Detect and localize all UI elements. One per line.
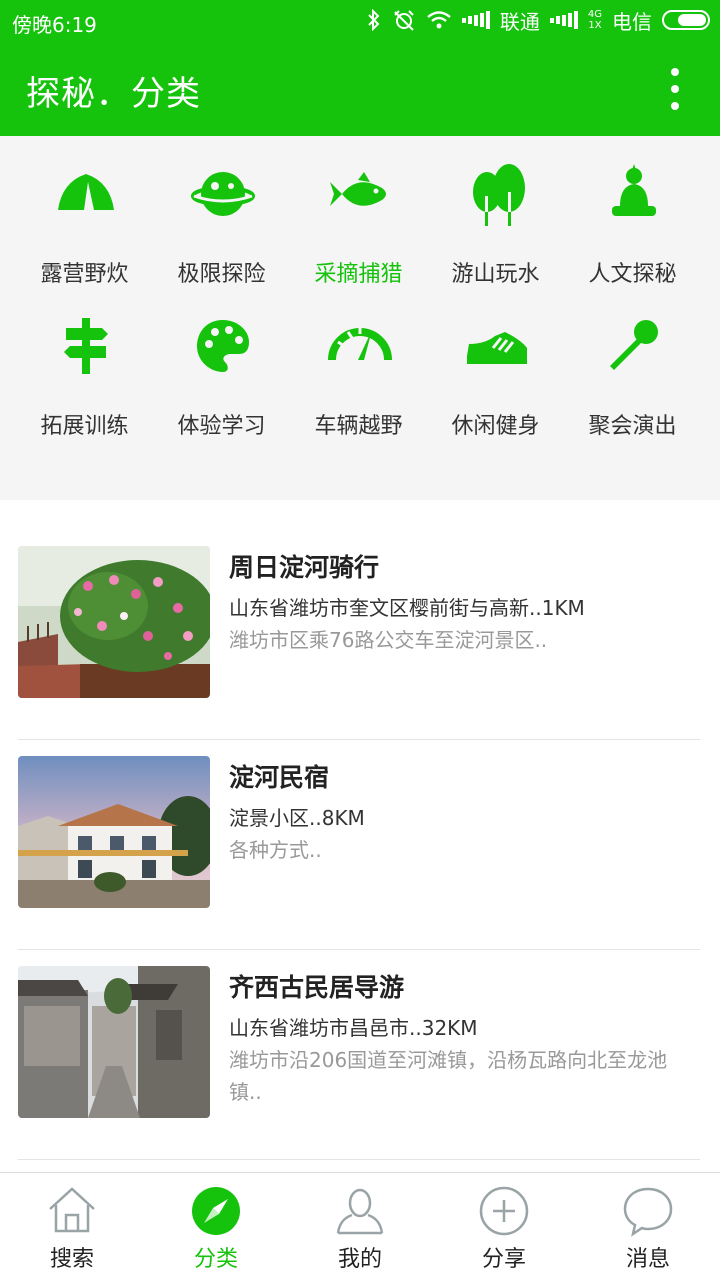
tab-mine[interactable]: 我的 (288, 1173, 432, 1280)
category-picking[interactable]: 采摘捕猎 (290, 136, 427, 287)
home-icon (49, 1187, 95, 1233)
fish-icon (330, 172, 386, 206)
signpost-icon (64, 318, 108, 374)
more-vert-icon[interactable] (670, 68, 680, 110)
category-offroad[interactable]: 车辆越野 (290, 288, 427, 439)
network-type: 4G 1X (588, 9, 602, 31)
category-sightseeing[interactable]: 游山玩水 (427, 136, 564, 287)
tab-search[interactable]: 搜索 (0, 1173, 144, 1280)
category-label: 人文探秘 (588, 262, 677, 287)
carrier-2: 电信 (612, 9, 652, 34)
place-name: 淀河民宿 (229, 763, 330, 792)
carrier-1: 联通 (499, 9, 540, 34)
category-grid: 露营野炊 极限探险 采摘捕猎 游山玩水 人文探秘 拓展训练 体验学习 车辆越野 … (0, 136, 720, 500)
planet-icon (191, 172, 255, 216)
category-adventure[interactable]: 极限探险 (153, 136, 290, 287)
tab-label: 搜索 (49, 1247, 94, 1272)
category-learning[interactable]: 体验学习 (153, 288, 290, 439)
tab-label: 消息 (625, 1247, 670, 1272)
category-culture[interactable]: 人文探秘 (564, 136, 701, 287)
person-icon (336, 1188, 384, 1235)
chat-bubble-icon (623, 1187, 673, 1237)
category-label: 露营野炊 (40, 262, 129, 287)
place-name: 齐西古民居导游 (229, 973, 405, 1002)
category-camping[interactable]: 露营野炊 (16, 136, 153, 287)
place-address: 山东省潍坊市奎文区樱前街与高新..1KM (229, 596, 585, 620)
page-title: 探秘．分类 (26, 74, 201, 114)
category-label: 休闲健身 (451, 414, 540, 439)
add-circle-icon (479, 1186, 529, 1236)
speedometer-icon (328, 328, 392, 361)
trees-icon (473, 164, 525, 226)
signal-icon (461, 11, 490, 29)
place-name: 周日淀河骑行 (229, 553, 380, 582)
status-bar: 傍晚6:19 联通 4G 1X 电信 (0, 0, 720, 40)
divider (18, 1159, 700, 1160)
place-list: 周日淀河骑行 山东省潍坊市奎文区樱前街与高新..1KM 潍坊市区乘76路公交车至… (0, 500, 720, 1172)
tab-label: 我的 (337, 1247, 382, 1272)
place-address: 山东省潍坊市昌邑市..32KM (229, 1016, 478, 1040)
place-thumbnail (18, 756, 210, 908)
bottom-tab-bar: 搜索 分类 我的 分享 消息 (0, 1172, 720, 1280)
place-thumbnail (18, 546, 210, 698)
network-bottom: 1X (588, 20, 602, 31)
place-thumbnail (18, 966, 210, 1118)
buddha-icon (612, 164, 656, 216)
status-icons: 联通 4G 1X 电信 (366, 6, 710, 34)
palette-icon (197, 320, 249, 372)
bluetooth-icon (366, 9, 382, 31)
app-bar: 探秘．分类 (0, 40, 720, 136)
wifi-icon (426, 10, 452, 30)
tab-label: 分享 (481, 1247, 526, 1272)
microphone-icon (610, 320, 658, 370)
battery-icon (662, 10, 710, 30)
place-description: 潍坊市沿206国道至河滩镇，沿杨瓦路向北至龙池镇.. (229, 1048, 668, 1104)
compass-icon (192, 1187, 240, 1235)
network-top: 4G (587, 9, 602, 20)
category-label: 聚会演出 (588, 414, 677, 439)
category-label: 极限探险 (177, 262, 266, 287)
place-address: 淀景小区..8KM (229, 806, 365, 830)
tab-label: 分类 (193, 1247, 238, 1272)
place-description: 潍坊市区乘76路公交车至淀河景区.. (229, 628, 548, 652)
list-item[interactable]: 淀河民宿 淀景小区..8KM 各种方式.. (0, 738, 720, 948)
category-label: 体验学习 (177, 414, 266, 439)
tab-category[interactable]: 分类 (144, 1173, 288, 1280)
tent-icon (58, 174, 114, 210)
list-item[interactable]: 齐西古民居导游 山东省潍坊市昌邑市..32KM 潍坊市沿206国道至河滩镇，沿杨… (0, 948, 720, 1158)
alarm-off-icon (392, 9, 416, 31)
category-fitness[interactable]: 休闲健身 (427, 288, 564, 439)
category-performance[interactable]: 聚会演出 (564, 288, 701, 439)
tab-messages[interactable]: 消息 (576, 1173, 720, 1280)
category-label: 游山玩水 (451, 262, 540, 287)
place-description: 各种方式.. (229, 838, 322, 862)
tab-share[interactable]: 分享 (432, 1173, 576, 1280)
status-time: 傍晚6:19 (12, 13, 97, 37)
category-label: 采摘捕猎 (314, 262, 403, 287)
sneaker-icon (467, 332, 527, 364)
signal-icon (549, 11, 578, 29)
list-item[interactable]: 周日淀河骑行 山东省潍坊市奎文区樱前街与高新..1KM 潍坊市区乘76路公交车至… (0, 528, 720, 738)
category-label: 车辆越野 (314, 414, 403, 439)
category-training[interactable]: 拓展训练 (16, 288, 153, 439)
category-label: 拓展训练 (40, 414, 129, 439)
